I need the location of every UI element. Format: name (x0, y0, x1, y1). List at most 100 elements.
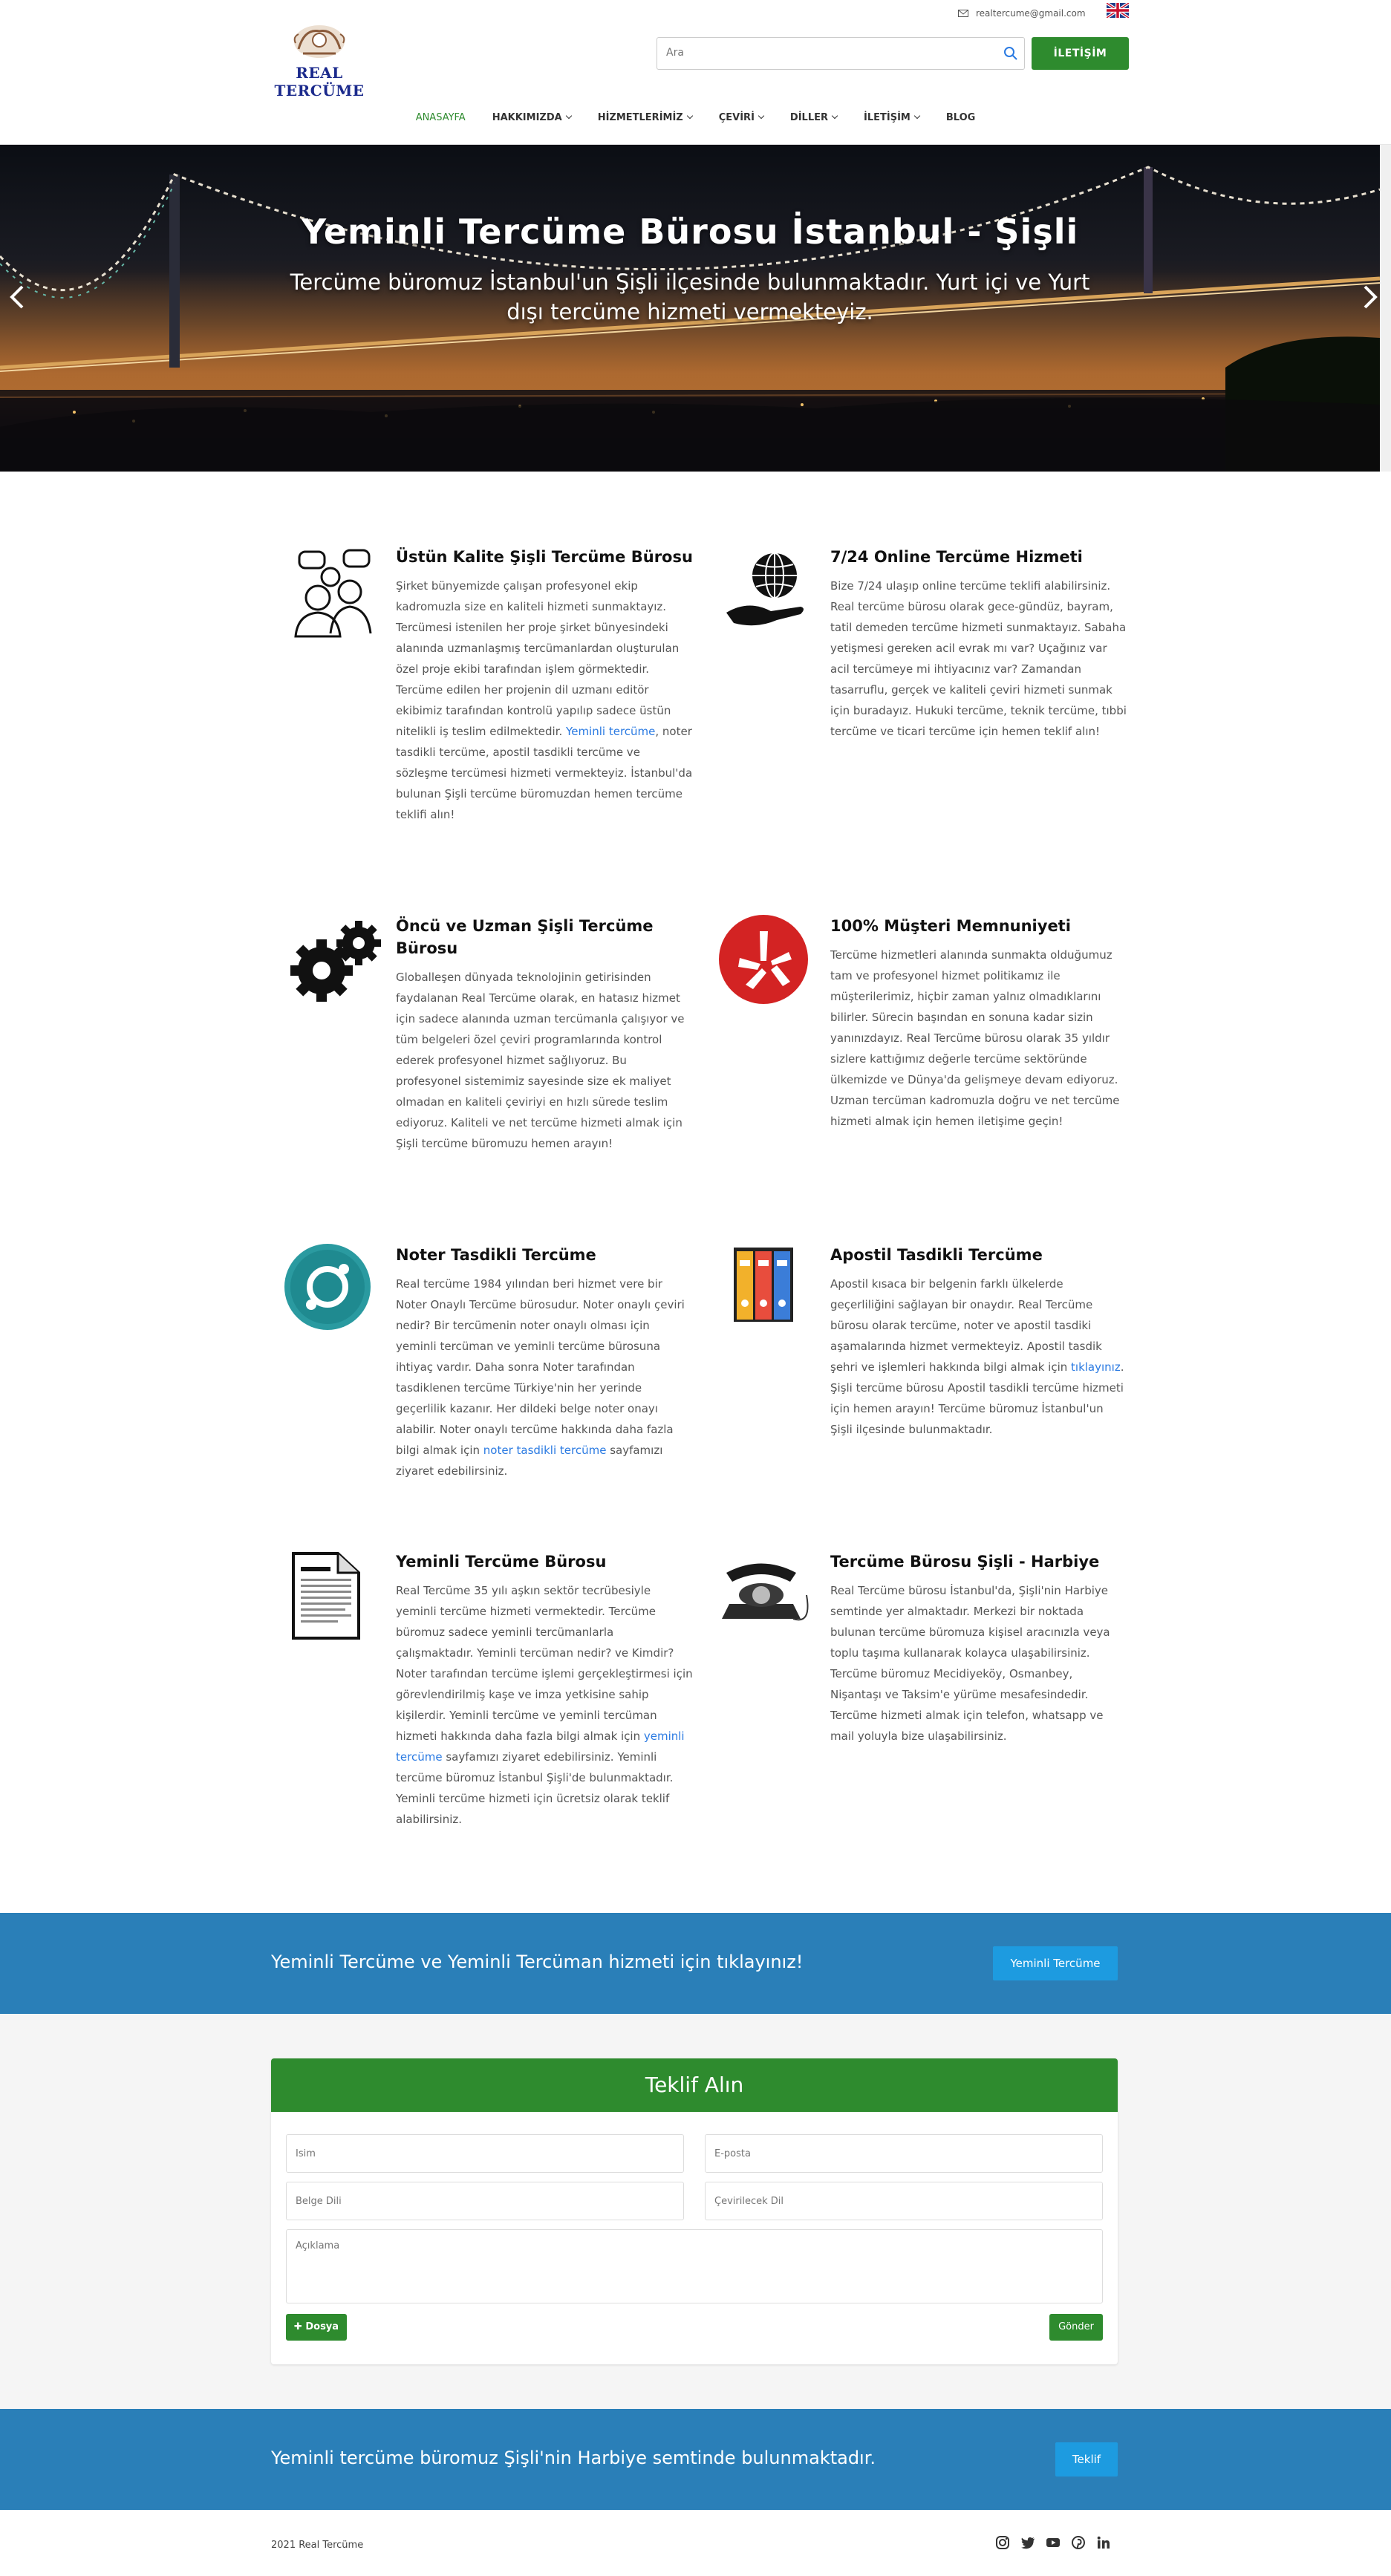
youtube-icon[interactable] (1046, 2535, 1061, 2550)
feature-title: Yeminli Tercüme Bürosu (396, 1553, 607, 1571)
cta-band-location: Yeminli tercüme büromuz Şişli'nin Harbiy… (0, 2409, 1391, 2510)
contact-button[interactable]: İLETİŞİM (1032, 37, 1129, 70)
search-input[interactable] (657, 38, 984, 68)
feature-text: Şirket bünyemizde çalışan profesyonel ek… (396, 575, 693, 825)
feature-title: Noter Tasdikli Tercüme (396, 1246, 596, 1264)
hero-slider: Yeminli Tercüme Bürosu İstanbul - Şişli … (0, 145, 1380, 472)
nav-item-about[interactable]: HAKKIMIZDA (492, 104, 572, 131)
noter-tasdikli-tercume-link[interactable]: noter tasdikli tercüme (483, 1444, 607, 1457)
header-email[interactable]: realtercume@gmail.com (958, 6, 1086, 21)
nav-item-services[interactable]: HİZMETLERİMİZ (597, 104, 693, 131)
feature-text-part: Şirket bünyemizde çalışan profesyonel ek… (396, 579, 680, 738)
target-language-field (705, 2182, 1103, 2220)
nav-item-label: ANASAYFA (415, 111, 466, 123)
site-header: REAL TERCÜME realtercume@gmail.com İLETİ… (0, 0, 1391, 145)
document-icon (292, 1552, 360, 1640)
gears-icon (290, 921, 381, 1002)
feature-title: 7/24 Online Tercüme Hizmeti (830, 548, 1083, 566)
feature-text-part: Apostil kısaca bir belgenin farklı ülkel… (830, 1277, 1102, 1374)
feature-text-part: Real Tercüme 35 yılı aşkın sektör tecrüb… (396, 1584, 693, 1743)
nav-item-label: ÇEVİRİ (718, 111, 755, 123)
quote-button[interactable]: Teklif (1055, 2442, 1118, 2476)
cta-text: Yeminli Tercüme ve Yeminli Tercüman hizm… (271, 1951, 804, 1972)
feature-text: Real tercüme 1984 yılından beri hizmet v… (396, 1274, 693, 1481)
pinterest-icon[interactable] (1071, 2535, 1086, 2550)
site-footer: 2021 Real Tercüme (0, 2510, 1391, 2576)
feature-text: Real Tercüme bürosu İstanbul'da, Şişli'n… (830, 1584, 1110, 1743)
feature-title: Tercüme Bürosu Şişli - Harbiye (830, 1553, 1100, 1571)
telephone-icon (722, 1563, 809, 1621)
mail-icon (958, 10, 968, 17)
nav-item-translation[interactable]: ÇEVİRİ (718, 104, 765, 131)
email-input[interactable] (706, 2135, 1102, 2172)
feature-title: Üstün Kalite Şişli Tercüme Bürosu (396, 548, 693, 566)
quote-section: Teklif Alın ✚ Dosya Gönder (0, 2014, 1391, 2409)
submit-button[interactable]: Gönder (1049, 2314, 1103, 2341)
binders-icon (734, 1248, 793, 1322)
name-field (286, 2134, 684, 2173)
feature-title: Öncü ve Uzman Şişli Tercüme Bürosu (396, 917, 654, 957)
site-logo[interactable]: REAL TERCÜME (260, 21, 379, 100)
cta-band-sworn: Yeminli Tercüme ve Yeminli Tercüman hizm… (0, 1913, 1391, 2014)
feature-text: Bize 7/24 ulaşıp online tercüme teklifi … (830, 579, 1127, 738)
email-field (705, 2134, 1103, 2173)
name-input[interactable] (287, 2135, 683, 2172)
nav-item-label: İLETİŞİM (864, 111, 910, 123)
chevron-down-icon (758, 112, 765, 120)
feature-title: 100% Müşteri Memnuniyeti (830, 917, 1071, 935)
nav-item-label: DİLLER (789, 111, 828, 123)
tiklayiniz-link[interactable]: tıklayınız (1071, 1360, 1121, 1374)
yeminli-tercume-link[interactable]: Yeminli tercüme (566, 725, 655, 738)
file-upload-button[interactable]: ✚ Dosya (286, 2314, 347, 2341)
nav-item-label: HAKKIMIZDA (492, 111, 562, 123)
yelp-icon (719, 915, 808, 1004)
chevron-down-icon (831, 112, 838, 120)
source-language-input[interactable] (287, 2182, 683, 2220)
teal-circle-icon (284, 1244, 371, 1330)
quote-form: Teklif Alın ✚ Dosya Gönder (271, 2058, 1118, 2364)
cta-text: Yeminli tercüme büromuz Şişli'nin Harbiy… (271, 2448, 876, 2468)
hero-title: Yeminli Tercüme Bürosu İstanbul - Şişli (301, 212, 1079, 252)
nav-item-label: HİZMETLERİMİZ (597, 111, 683, 123)
logo-text: REAL TERCÜME (274, 64, 365, 100)
people-icon (294, 549, 372, 638)
globe-hand-icon (726, 552, 804, 626)
scrollbar[interactable] (1380, 145, 1391, 472)
nav-item-label: BLOG (945, 111, 976, 123)
main-nav: ANASAYFA HAKKIMIZDA HİZMETLERİMİZ ÇEVİRİ… (0, 104, 1391, 131)
logo-emblem-icon (293, 25, 345, 58)
instagram-icon[interactable] (995, 2535, 1010, 2550)
sworn-translation-button[interactable]: Yeminli Tercüme (993, 1946, 1118, 1980)
search-box (657, 37, 1025, 70)
feature-text: Globalleşen dünyada teknolojinin getiris… (396, 971, 685, 1150)
nav-item-contact[interactable]: İLETİŞİM (864, 104, 921, 131)
chevron-down-icon (565, 112, 572, 120)
nav-item-languages[interactable]: DİLLER (789, 104, 838, 131)
target-language-input[interactable] (706, 2182, 1102, 2220)
copyright-text: 2021 Real Tercüme (271, 2540, 364, 2551)
chevron-right-icon[interactable] (1359, 282, 1380, 312)
feature-title: Apostil Tasdikli Tercüme (830, 1246, 1043, 1264)
feature-text: Apostil kısaca bir belgenin farklı ülkel… (830, 1274, 1127, 1440)
header-email-text: realtercume@gmail.com (976, 8, 1086, 19)
file-button-label: Dosya (305, 2321, 339, 2332)
chevron-down-icon (686, 112, 693, 120)
nav-item-home[interactable]: ANASAYFA (416, 104, 466, 131)
source-language-field (286, 2182, 684, 2220)
description-textarea[interactable] (287, 2230, 1102, 2303)
feature-text: Real Tercüme 35 yılı aşkın sektör tecrüb… (396, 1580, 693, 1830)
linkedin-icon[interactable] (1096, 2535, 1111, 2550)
social-links (995, 2535, 1111, 2550)
uk-flag-icon[interactable] (1107, 3, 1129, 18)
description-field (286, 2229, 1103, 2303)
feature-text-part: , noter tasdikli tercüme, apostil tasdik… (396, 725, 693, 821)
chevron-down-icon (913, 112, 921, 120)
chevron-left-icon[interactable] (6, 282, 28, 312)
search-icon[interactable] (1003, 46, 1018, 61)
nav-item-blog[interactable]: BLOG (946, 104, 975, 131)
twitter-icon[interactable] (1020, 2535, 1035, 2550)
form-title: Teklif Alın (271, 2058, 1118, 2112)
feature-text-part: Real tercüme 1984 yılından beri hizmet v… (396, 1277, 685, 1457)
plus-icon: ✚ (293, 2321, 306, 2332)
hero-subtitle: Tercüme büromuz İstanbul'un Şişli ilçesi… (290, 270, 1090, 325)
